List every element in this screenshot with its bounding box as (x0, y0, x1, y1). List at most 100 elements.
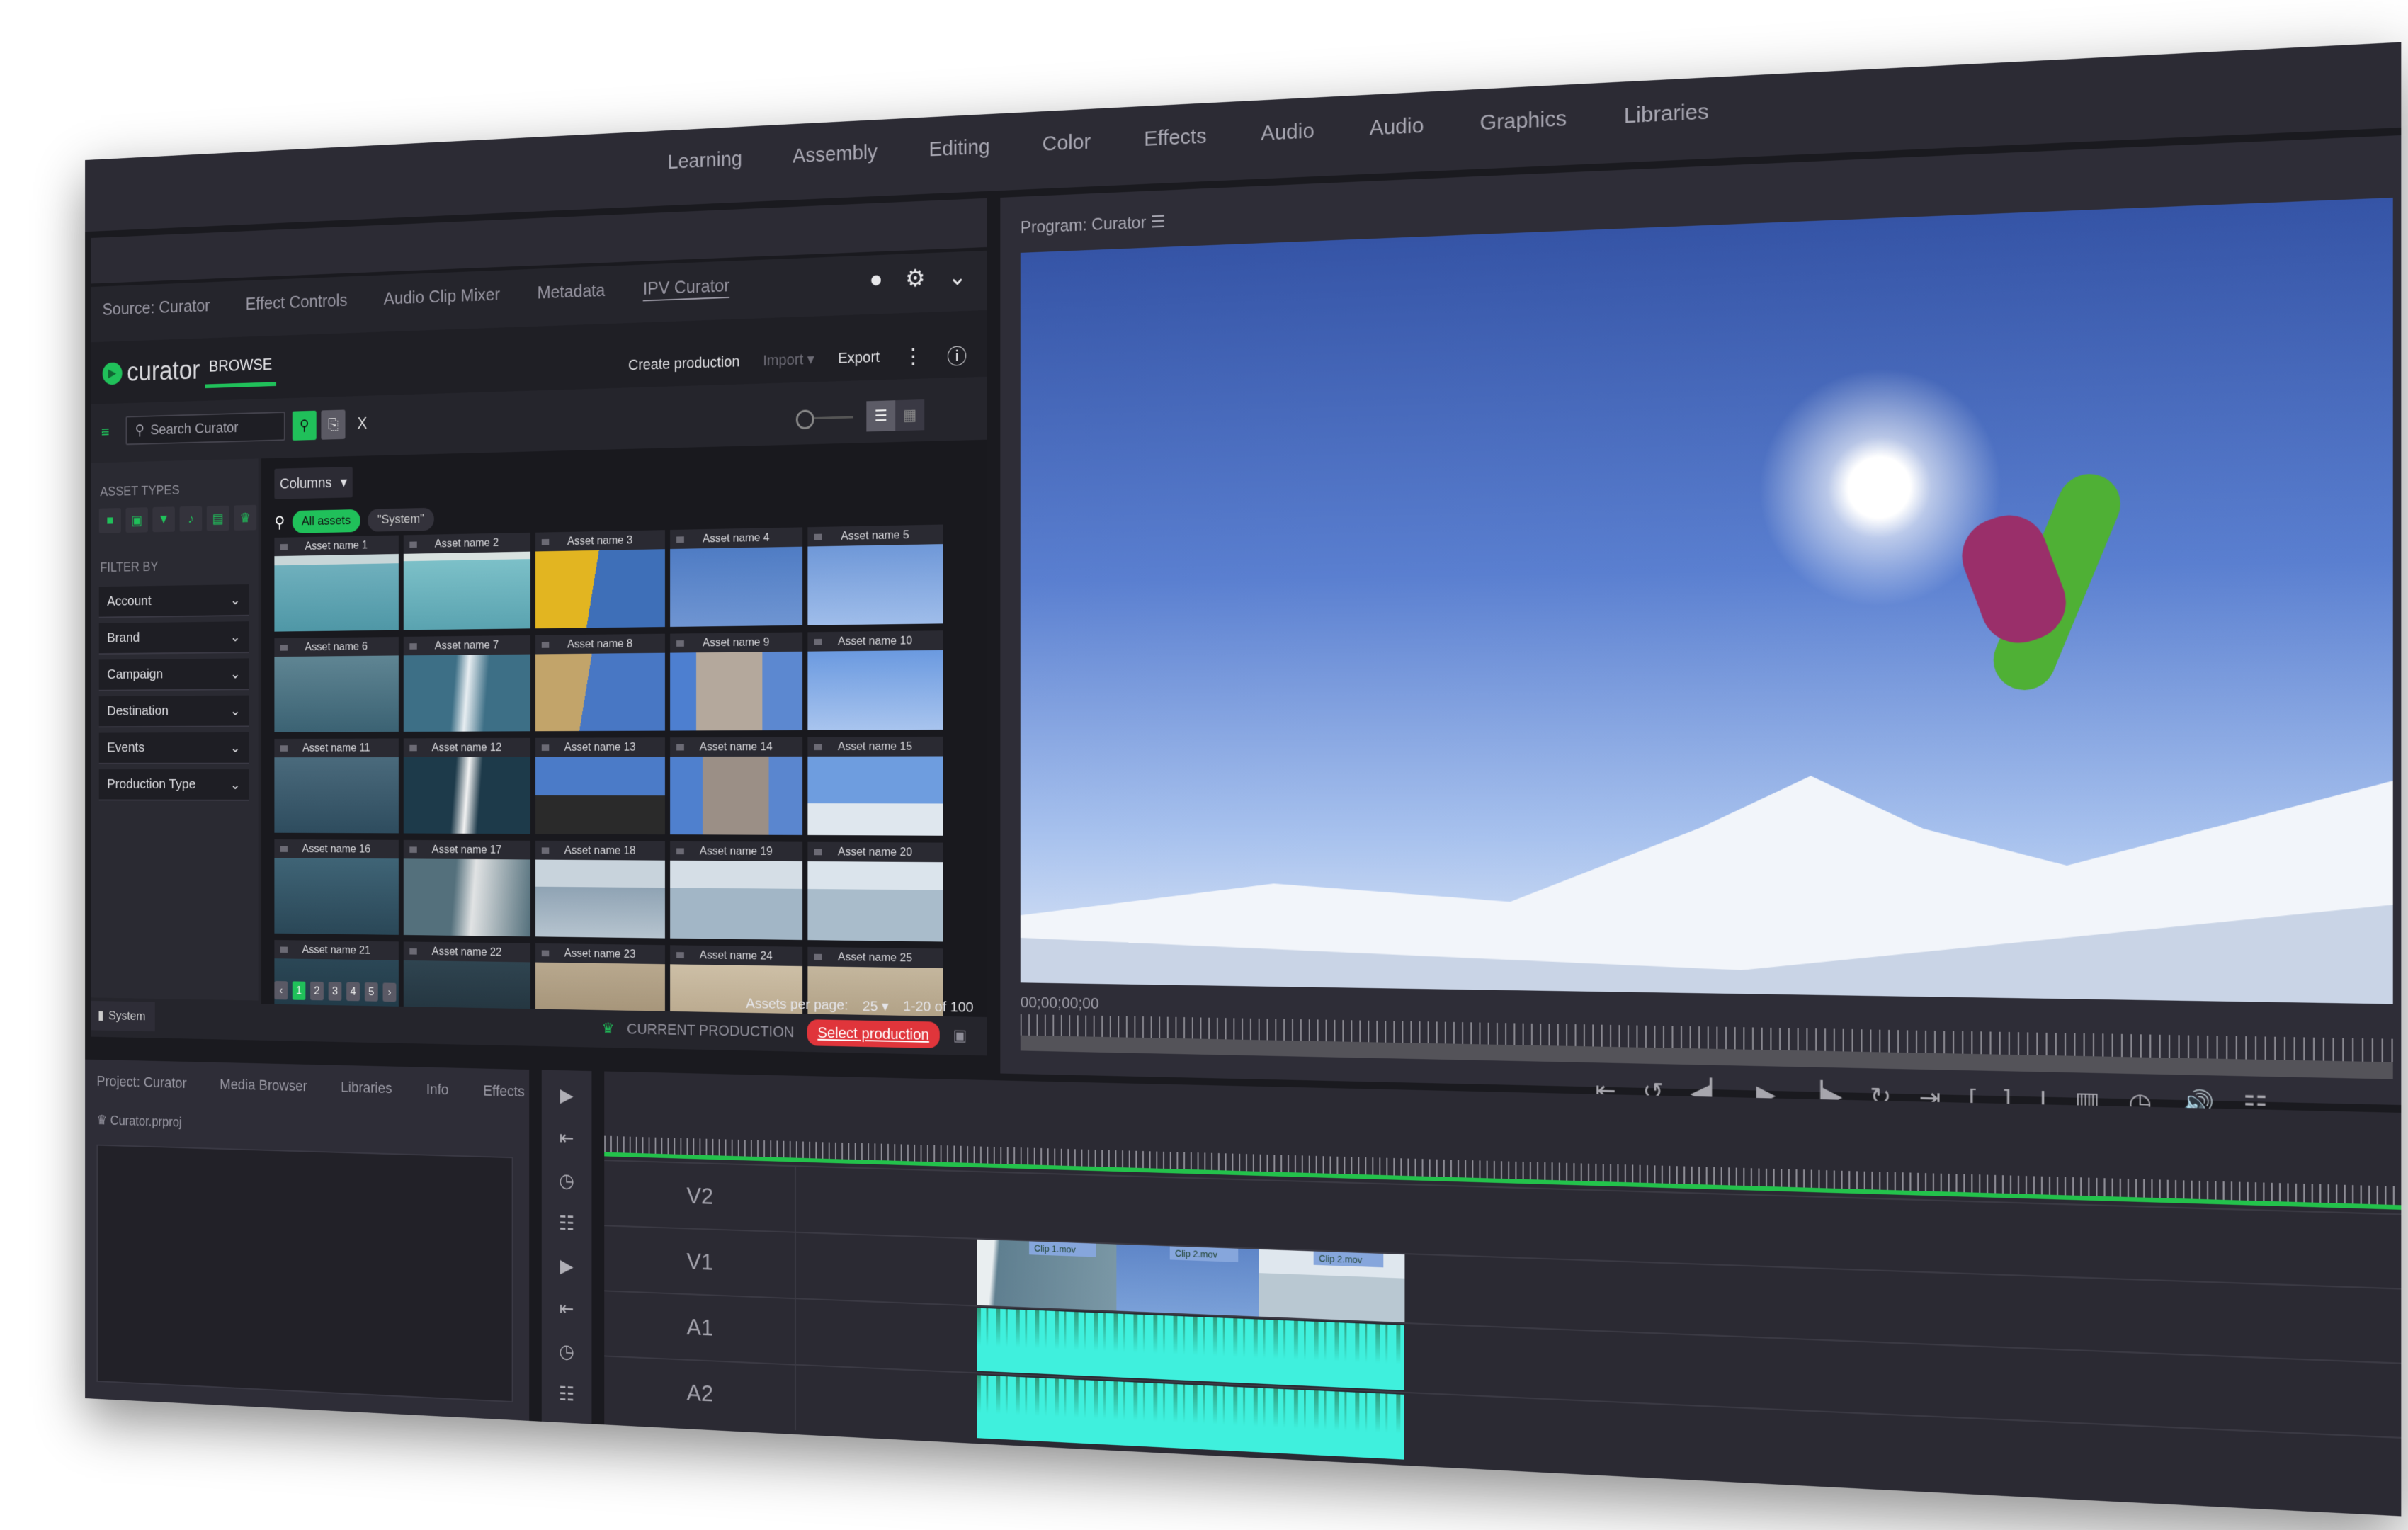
gear-icon[interactable]: ⚙ (905, 264, 925, 293)
create-production-button[interactable]: Create production (628, 353, 739, 374)
menu-icon[interactable]: ☰ (1151, 212, 1166, 232)
clock-icon[interactable]: ◷ (559, 1169, 574, 1192)
program-video[interactable] (1020, 198, 2393, 1004)
asset-thumbnail[interactable] (670, 860, 803, 941)
workspace-tab[interactable]: Color (1043, 130, 1091, 157)
asset-thumbnail[interactable] (274, 756, 399, 834)
chevron-down-icon[interactable]: ⌄ (948, 263, 967, 291)
search-button[interactable]: ⚲ (292, 410, 317, 441)
asset-card[interactable]: Asset name 14 (670, 737, 803, 835)
image-type-icon[interactable]: ▣ (125, 507, 148, 533)
go-to-in-icon[interactable]: ⇤ (560, 1126, 574, 1149)
asset-card[interactable]: Asset name 8 (535, 633, 665, 732)
asset-thumbnail[interactable] (535, 549, 665, 629)
pager-prev-button[interactable]: ‹ (274, 980, 288, 1000)
pager-next-button[interactable]: › (382, 982, 397, 1002)
saved-search-button[interactable]: ⎘ (321, 409, 346, 440)
workspace-tab[interactable]: Graphics (1480, 106, 1567, 135)
zoom-slider-handle[interactable] (795, 409, 814, 430)
list-view-button[interactable]: ☰ (866, 400, 896, 432)
track-label[interactable]: V1 (604, 1226, 796, 1298)
project-tab[interactable]: Project: Curator (96, 1072, 186, 1092)
asset-card[interactable]: Asset name 7 (403, 635, 530, 732)
track-label[interactable]: A2 (604, 1356, 796, 1431)
asset-thumbnail[interactable] (274, 858, 399, 935)
asset-card[interactable]: Asset name 20 (807, 842, 943, 942)
asset-card[interactable]: Asset name 18 (535, 840, 665, 939)
tab-browse[interactable]: BROWSE (205, 355, 276, 389)
asset-card[interactable]: Asset name 12 (403, 737, 530, 834)
page-button[interactable]: 4 (346, 982, 360, 1002)
page-button[interactable]: 2 (310, 981, 324, 1001)
bookmark-type-icon[interactable]: ▼ (152, 506, 175, 533)
save-icon[interactable]: ▣ (953, 1026, 967, 1045)
go-to-in-icon[interactable]: ⇤ (560, 1297, 574, 1320)
asset-card[interactable]: Asset name 11 (274, 738, 399, 834)
asset-thumbnail[interactable] (670, 756, 803, 835)
filter-dropdown[interactable]: Brand ⌄ (98, 621, 249, 655)
asset-thumbnail[interactable] (403, 858, 530, 937)
columns-dropdown[interactable]: Columns ▾ (274, 467, 353, 499)
clock-icon[interactable]: ◷ (559, 1339, 574, 1363)
asset-thumbnail[interactable] (807, 650, 943, 730)
workspace-tab[interactable]: Audio (1369, 113, 1424, 140)
filter-dropdown[interactable]: Campaign ⌄ (98, 658, 249, 691)
asset-card[interactable]: Asset name 17 (403, 839, 530, 937)
track-label[interactable]: A1 (604, 1291, 796, 1364)
settings-sliders-icon[interactable]: ☷ (559, 1212, 574, 1235)
asset-card[interactable]: Asset name 2 (403, 532, 530, 630)
workspace-tab[interactable]: Audio (1261, 119, 1314, 146)
asset-thumbnail[interactable] (670, 651, 803, 731)
asset-thumbnail[interactable] (403, 756, 530, 834)
asset-card[interactable]: Asset name 3 (535, 530, 665, 629)
play-icon[interactable]: ▶ (560, 1254, 573, 1277)
asset-card[interactable]: Asset name 4 (670, 527, 803, 627)
timeline-clip[interactable]: Clip 1.mov (977, 1239, 1117, 1311)
asset-thumbnail[interactable] (535, 756, 665, 835)
film-type-icon[interactable]: ▤ (206, 505, 229, 531)
asset-thumbnail[interactable] (670, 546, 803, 627)
chip-all-assets[interactable]: All assets (292, 509, 360, 533)
timeline-clip[interactable]: Clip 2.mov (1116, 1244, 1259, 1317)
asset-card[interactable]: Asset name 1 (274, 535, 399, 632)
system-folder-tab[interactable]: ▮ System (91, 1000, 155, 1032)
filter-dropdown[interactable]: Destination ⌄ (98, 695, 249, 728)
more-icon[interactable]: ⋮ (903, 344, 923, 368)
per-page-select[interactable]: 25 ▾ (862, 997, 889, 1017)
timeline-clip[interactable]: Clip 2.mov (1259, 1249, 1405, 1322)
project-tab[interactable]: Libraries (341, 1079, 392, 1097)
asset-thumbnail[interactable] (807, 544, 943, 625)
filter-dropdown[interactable]: Production Type ⌄ (98, 769, 249, 801)
import-button[interactable]: Import ▾ (763, 350, 814, 370)
project-bin[interactable] (96, 1144, 513, 1402)
info-icon[interactable]: ⓘ (947, 339, 967, 370)
clear-search-button[interactable]: X (358, 414, 368, 434)
project-tab[interactable]: Effects (483, 1082, 524, 1101)
source-tab[interactable]: Metadata (537, 280, 605, 303)
user-icon[interactable]: ● (869, 266, 882, 295)
production-type-icon[interactable]: ♛ (234, 504, 257, 531)
asset-card[interactable]: Asset name 15 (807, 736, 943, 836)
project-tab[interactable]: Media Browser (220, 1076, 307, 1095)
track-label[interactable]: V2 (604, 1161, 796, 1232)
project-file[interactable]: Curator.prproj (110, 1114, 182, 1130)
source-tab[interactable]: Source: Curator (103, 295, 210, 320)
asset-thumbnail[interactable] (403, 654, 530, 732)
chip-system[interactable]: "System" (368, 507, 434, 532)
grid-view-button[interactable]: ▦ (895, 399, 925, 431)
asset-thumbnail[interactable] (535, 652, 665, 732)
asset-thumbnail[interactable] (807, 861, 943, 942)
play-icon[interactable]: ▶ (560, 1084, 573, 1106)
asset-card[interactable]: Asset name 16 (274, 839, 399, 935)
asset-card[interactable]: Asset name 10 (807, 630, 943, 730)
asset-card[interactable]: Asset name 5 (807, 524, 943, 625)
filter-dropdown[interactable]: Events ⌄ (98, 732, 249, 764)
filter-dropdown[interactable]: Account ⌄ (98, 584, 249, 618)
asset-thumbnail[interactable] (535, 859, 665, 939)
source-tab[interactable]: Audio Clip Mixer (384, 284, 500, 310)
project-tab[interactable]: Info (426, 1081, 449, 1099)
filter-icon[interactable]: ≡ (101, 424, 109, 442)
video-type-icon[interactable]: ■ (98, 508, 121, 533)
zoom-slider-track[interactable] (814, 416, 853, 419)
settings-sliders-icon[interactable]: ☷ (559, 1383, 574, 1406)
